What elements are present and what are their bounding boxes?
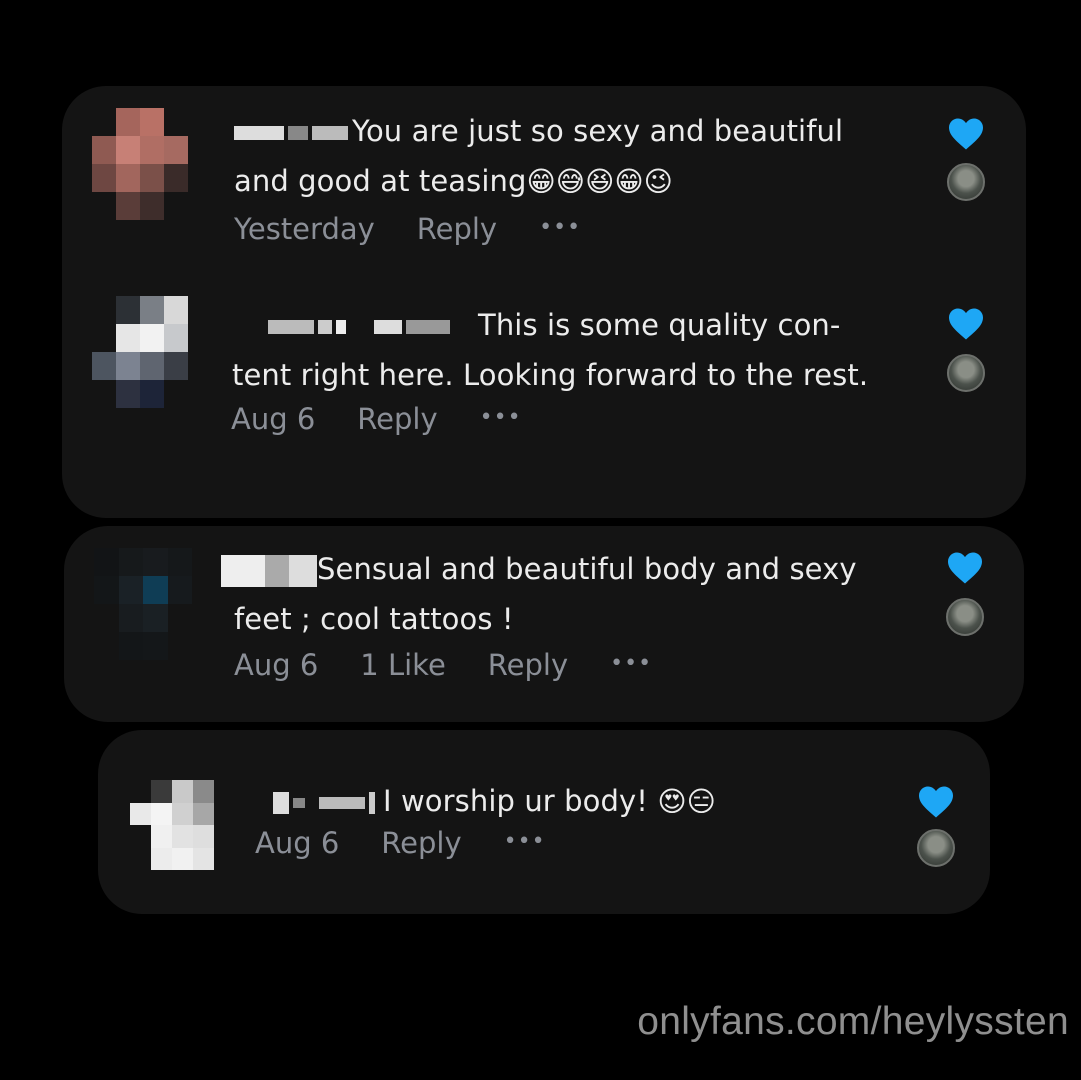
avatar[interactable] [92, 296, 188, 408]
reply-button[interactable]: Reply [488, 648, 568, 682]
comment-meta: Aug 6 Reply ••• [255, 826, 546, 860]
comment-text-line-1: You are just so sexy and beautiful [352, 114, 844, 148]
redacted-username [234, 126, 284, 140]
avatar[interactable] [92, 108, 188, 220]
redacted-username-part [289, 555, 317, 587]
creator-avatar [946, 598, 984, 636]
comment-text-line-2: and good at teasing [234, 164, 527, 198]
heart-icon[interactable] [947, 117, 985, 151]
heart-icon[interactable] [946, 551, 984, 585]
watermark: onlyfans.com/heylyssten [637, 1000, 1069, 1043]
reply-button[interactable]: Reply [357, 402, 437, 436]
comment-text-line-1: This is some quality con- [478, 308, 841, 342]
timestamp: Aug 6 [255, 826, 340, 860]
emoji-group: 😍😑 [657, 785, 716, 818]
like-count[interactable]: 1 Like [360, 648, 446, 682]
reply-button[interactable]: Reply [381, 826, 461, 860]
redacted-username-part [374, 320, 402, 334]
creator-avatar [947, 163, 985, 201]
more-options-button[interactable]: ••• [539, 215, 581, 240]
comment-meta: Aug 6 1 Like Reply ••• [234, 648, 652, 682]
heart-icon[interactable] [947, 307, 985, 341]
more-options-button[interactable]: ••• [504, 829, 546, 854]
creator-avatar [947, 354, 985, 392]
comment-text-line-1: Sensual and beautiful body and sexy [317, 552, 857, 586]
avatar[interactable] [94, 548, 192, 660]
comment-meta: Aug 6 Reply ••• [231, 402, 522, 436]
timestamp: Aug 6 [231, 402, 316, 436]
creator-avatar [917, 829, 955, 867]
more-options-button[interactable]: ••• [480, 405, 522, 430]
comment-meta: Yesterday Reply ••• [234, 212, 581, 246]
comment-text: Sensual and beautiful body and sexy feet… [221, 544, 921, 644]
timestamp: Aug 6 [234, 648, 319, 682]
heart-icon[interactable] [917, 785, 955, 819]
redacted-username [273, 792, 289, 814]
emoji-group: 😁😅😆😁😉 [526, 165, 673, 198]
comment-text-line-2: tent right here. Looking forward to the … [232, 358, 869, 392]
comment-text: This is some quality con- tent right her… [232, 300, 932, 400]
comment-text-line-1: I worship ur body! [383, 784, 648, 818]
comment-text-line-2: feet ; cool tattoos ! [234, 602, 514, 636]
redacted-username [221, 555, 265, 587]
redacted-username-part [312, 126, 348, 140]
comment-text: You are just so sexy and beautiful and g… [234, 106, 934, 207]
reply-button[interactable]: Reply [417, 212, 497, 246]
avatar[interactable] [130, 780, 214, 870]
redacted-username-part [319, 797, 365, 809]
comment-text: I worship ur body! 😍😑 [273, 776, 913, 827]
more-options-button[interactable]: ••• [610, 651, 652, 676]
redacted-username [268, 320, 314, 334]
timestamp: Yesterday [234, 212, 375, 246]
